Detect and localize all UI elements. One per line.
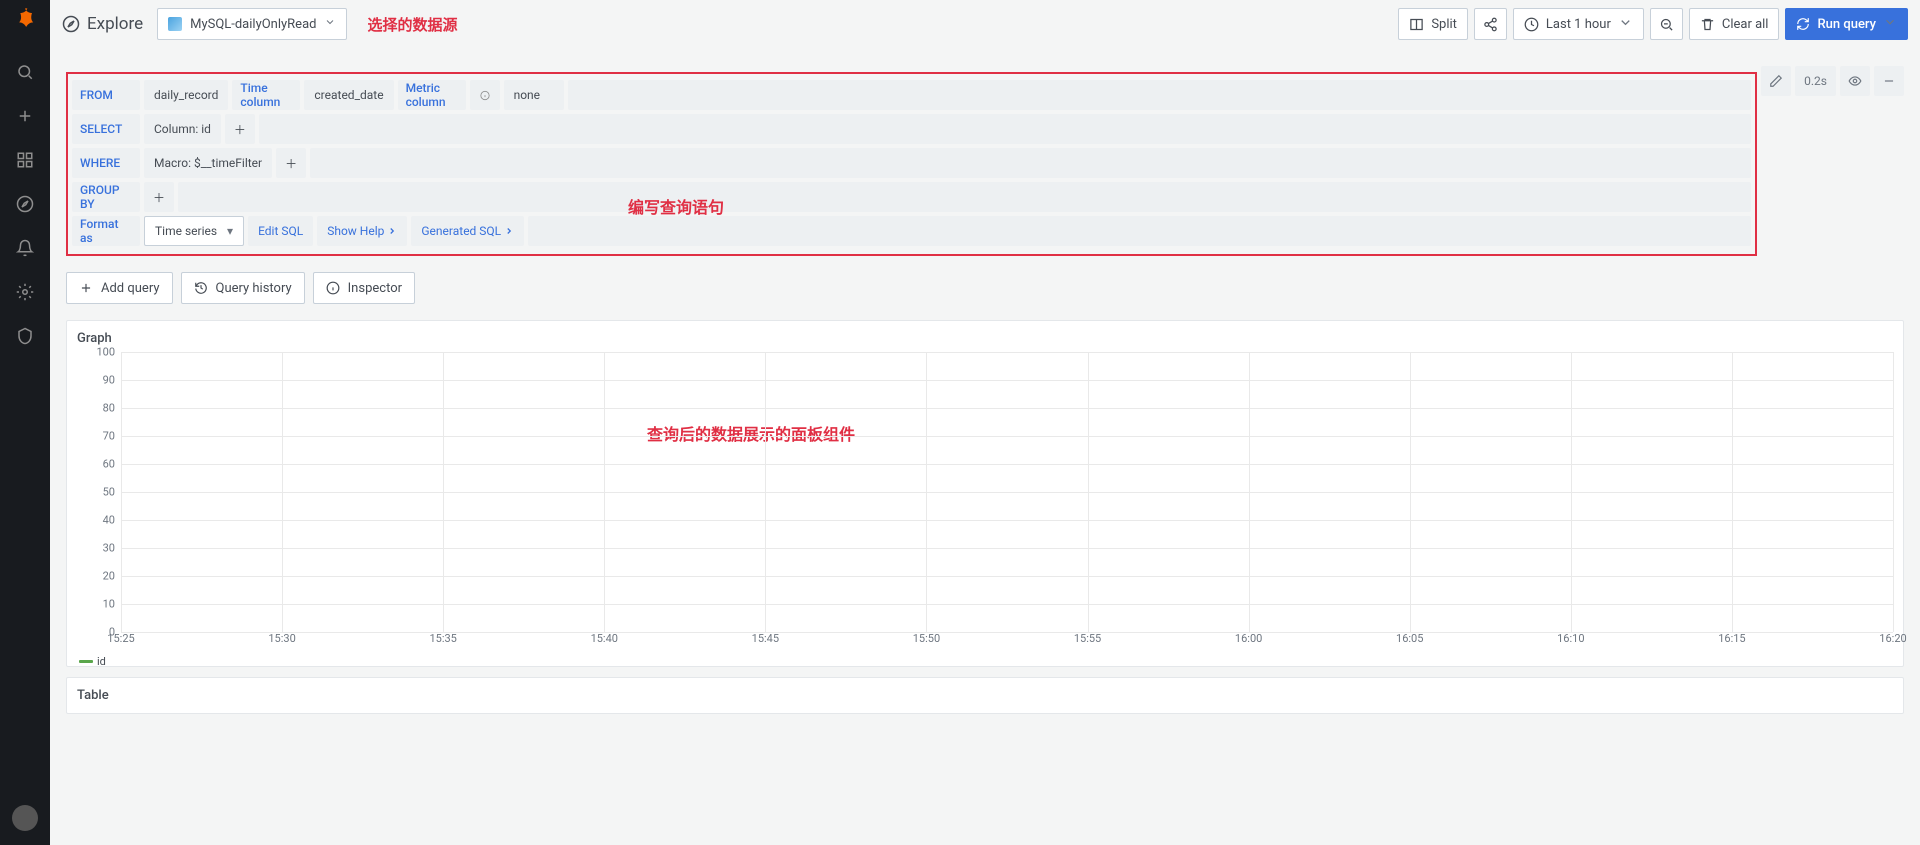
server-admin-icon[interactable]: [5, 316, 45, 356]
y-tick-label: 10: [103, 598, 115, 611]
user-avatar[interactable]: [12, 805, 38, 831]
query-from-table[interactable]: daily_record: [144, 80, 228, 110]
query-where-label: WHERE: [72, 148, 140, 178]
chevron-down-icon: [1618, 15, 1633, 34]
time-range-picker[interactable]: Last 1 hour: [1513, 8, 1644, 40]
datasource-name: MySQL-dailyOnlyRead: [190, 17, 316, 32]
page-title: Explore: [87, 14, 143, 34]
y-tick-label: 70: [103, 430, 115, 443]
chart-grid: [121, 352, 1893, 632]
x-tick-label: 16:15: [1718, 632, 1745, 645]
query-time-column-label[interactable]: Time column: [232, 80, 300, 110]
x-tick-label: 16:05: [1396, 632, 1423, 645]
configuration-icon[interactable]: [5, 272, 45, 312]
datasource-picker[interactable]: MySQL-dailyOnlyRead: [157, 8, 347, 40]
query-generated-sql[interactable]: Generated SQL: [411, 216, 524, 246]
query-metric-column-label[interactable]: Metric column: [398, 80, 466, 110]
x-tick-label: 15:40: [591, 632, 618, 645]
clear-all-button[interactable]: Clear all: [1689, 8, 1780, 40]
x-tick-label: 15:35: [429, 632, 456, 645]
alerting-icon[interactable]: [5, 228, 45, 268]
x-tick-label: 15:45: [752, 632, 779, 645]
run-query-button[interactable]: Run query: [1785, 8, 1908, 40]
explore-compass-icon: [62, 15, 80, 33]
top-toolbar: Explore MySQL-dailyOnlyRead 选择的数据源 Split…: [50, 0, 1920, 48]
explore-icon[interactable]: [5, 184, 45, 224]
dashboards-icon[interactable]: [5, 140, 45, 180]
x-axis: 15:2515:3015:3515:4015:4515:5015:5516:00…: [121, 632, 1893, 647]
query-spacer: [568, 80, 1752, 110]
y-axis: 0102030405060708090100: [77, 352, 121, 632]
y-tick-label: 80: [103, 402, 115, 415]
info-icon[interactable]: [470, 80, 500, 110]
chevron-down-icon: [1883, 15, 1897, 33]
y-tick-label: 100: [96, 346, 115, 359]
x-tick-label: 16:10: [1557, 632, 1584, 645]
table-panel: Table: [66, 677, 1904, 714]
query-select-add[interactable]: ＋: [225, 114, 255, 144]
x-tick-label: 16:00: [1235, 632, 1262, 645]
query-exec-time: 0.2s: [1795, 66, 1836, 96]
legend-series-name: id: [97, 655, 106, 668]
query-toggle-visibility[interactable]: [1840, 66, 1870, 96]
left-sidebar: [0, 0, 50, 845]
split-button[interactable]: Split: [1398, 8, 1468, 40]
query-where-add[interactable]: ＋: [276, 148, 306, 178]
zoom-out-button[interactable]: [1650, 8, 1683, 40]
graph-panel-title[interactable]: Graph: [77, 329, 1893, 348]
query-time-column-value[interactable]: created_date: [304, 80, 393, 110]
inspector-button[interactable]: Inspector: [313, 272, 415, 304]
query-spacer: [259, 114, 1751, 144]
search-icon[interactable]: [5, 52, 45, 92]
query-from-label: FROM: [72, 80, 140, 110]
query-history-button[interactable]: Query history: [181, 272, 305, 304]
query-show-help[interactable]: Show Help: [317, 216, 407, 246]
y-tick-label: 60: [103, 458, 115, 471]
x-tick-label: 15:55: [1074, 632, 1101, 645]
query-where-macro[interactable]: Macro: $__timeFilter: [144, 148, 272, 178]
query-spacer: [310, 148, 1751, 178]
y-tick-label: 50: [103, 486, 115, 499]
graph-chart[interactable]: 0102030405060708090100 15:2515:3015:3515…: [77, 352, 1893, 662]
x-tick-label: 15:25: [107, 632, 134, 645]
share-button[interactable]: [1474, 8, 1507, 40]
x-tick-label: 15:50: [913, 632, 940, 645]
legend-color-swatch: [79, 660, 93, 663]
query-select-column[interactable]: Column: id: [144, 114, 221, 144]
query-remove[interactable]: [1874, 66, 1904, 96]
grafana-logo-icon[interactable]: [11, 6, 39, 34]
query-groupby-label: GROUP BY: [72, 182, 140, 212]
query-groupby-add[interactable]: ＋: [144, 182, 174, 212]
chevron-down-icon: [324, 16, 336, 32]
y-tick-label: 40: [103, 514, 115, 527]
x-tick-label: 16:20: [1879, 632, 1906, 645]
query-spacer: [178, 182, 1751, 212]
graph-legend[interactable]: id: [79, 655, 106, 668]
datasource-icon: [168, 17, 182, 31]
graph-panel: Graph 查询后的数据展示的面板组件 01020304050607080901…: [66, 320, 1904, 667]
y-tick-label: 20: [103, 570, 115, 583]
y-tick-label: 90: [103, 374, 115, 387]
query-format-select[interactable]: Time series ▾: [144, 216, 244, 246]
query-select-label: SELECT: [72, 114, 140, 144]
caret-down-icon: ▾: [227, 224, 233, 238]
query-spacer: [528, 216, 1751, 246]
query-metric-column-value[interactable]: none: [504, 80, 564, 110]
query-format-label: Format as: [72, 216, 140, 246]
plus-icon[interactable]: [5, 96, 45, 136]
annotation-query: 编写查询语句: [628, 194, 724, 218]
x-tick-label: 15:30: [268, 632, 295, 645]
query-edit-sql[interactable]: Edit SQL: [248, 216, 313, 246]
query-edit-mode-button[interactable]: [1761, 66, 1791, 96]
y-tick-label: 30: [103, 542, 115, 555]
add-query-button[interactable]: Add query: [66, 272, 173, 304]
query-editor: 编写查询语句 FROM daily_record Time column cre…: [66, 72, 1757, 256]
annotation-datasource: 选择的数据源: [367, 14, 457, 35]
table-panel-title[interactable]: Table: [77, 686, 1893, 705]
